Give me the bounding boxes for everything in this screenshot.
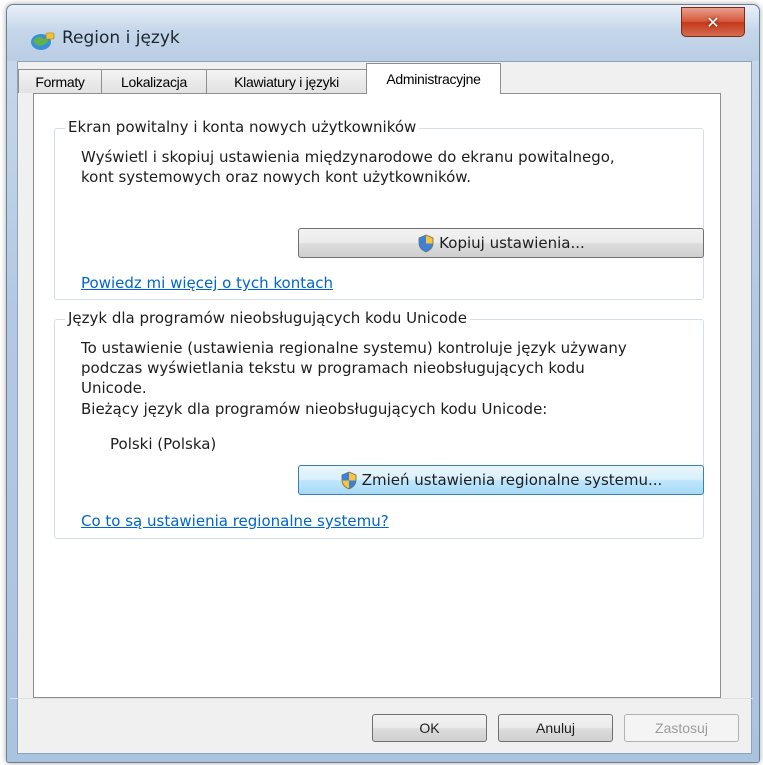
current-language-label: Bieżący język dla programów nieobsługują… <box>81 400 548 418</box>
welcome-description-line2: kont systemowych oraz nowych kont użytko… <box>81 168 471 186</box>
unicode-description-line1: To ustawienie (ustawienia regionalne sys… <box>81 339 627 357</box>
uac-shield-icon <box>418 234 434 252</box>
ok-button[interactable]: OK <box>372 714 487 742</box>
welcome-description-line1: Wyświetl i skopiuj ustawienia międzynaro… <box>81 148 615 166</box>
tab-lokalizacja[interactable]: Lokalizacja <box>101 69 207 93</box>
unicode-group-title: Język dla programów nieobsługujących kod… <box>65 309 470 327</box>
apply-label: Zastosuj <box>655 720 708 736</box>
tab-strip: Formaty Lokalizacja Klawiatury i języki … <box>18 63 718 94</box>
welcome-more-info-link[interactable]: Powiedz mi więcej o tych kontach <box>81 274 333 292</box>
copy-settings-button[interactable]: Kopiuj ustawienia... <box>298 228 704 258</box>
unicode-description-line2: podczas wyświetlania tekstu w programach… <box>81 359 585 377</box>
unicode-description-line3: Unicode. <box>81 379 147 397</box>
uac-shield-icon <box>341 471 357 489</box>
cancel-label: Anuluj <box>536 720 575 736</box>
title-bar[interactable]: Region i język ✕ <box>7 5 759 61</box>
ok-label: OK <box>419 720 440 736</box>
change-system-locale-label: Zmień ustawienia regionalne systemu... <box>361 471 663 489</box>
tab-administracyjne[interactable]: Administracyjne <box>366 63 501 94</box>
tab-panel: Ekran powitalny i konta nowych użytkowni… <box>33 93 721 698</box>
close-icon: ✕ <box>706 12 720 32</box>
cancel-button[interactable]: Anuluj <box>498 714 613 742</box>
current-language-value: Polski (Polska) <box>110 435 217 453</box>
welcome-group-title: Ekran powitalny i konta nowych użytkowni… <box>65 118 420 136</box>
tab-klawiatury[interactable]: Klawiatury i języki <box>206 69 367 93</box>
system-locale-info-link[interactable]: Co to są ustawienia regionalne systemu? <box>81 512 389 530</box>
globe-icon <box>31 32 55 50</box>
copy-settings-label: Kopiuj ustawienia... <box>439 234 585 252</box>
tab-formaty[interactable]: Formaty <box>18 69 102 93</box>
footer-divider <box>10 698 753 699</box>
apply-button[interactable]: Zastosuj <box>624 714 739 742</box>
window-title: Region i język <box>62 28 180 48</box>
change-system-locale-button[interactable]: Zmień ustawienia regionalne systemu... <box>298 465 704 495</box>
close-button[interactable]: ✕ <box>681 7 745 37</box>
